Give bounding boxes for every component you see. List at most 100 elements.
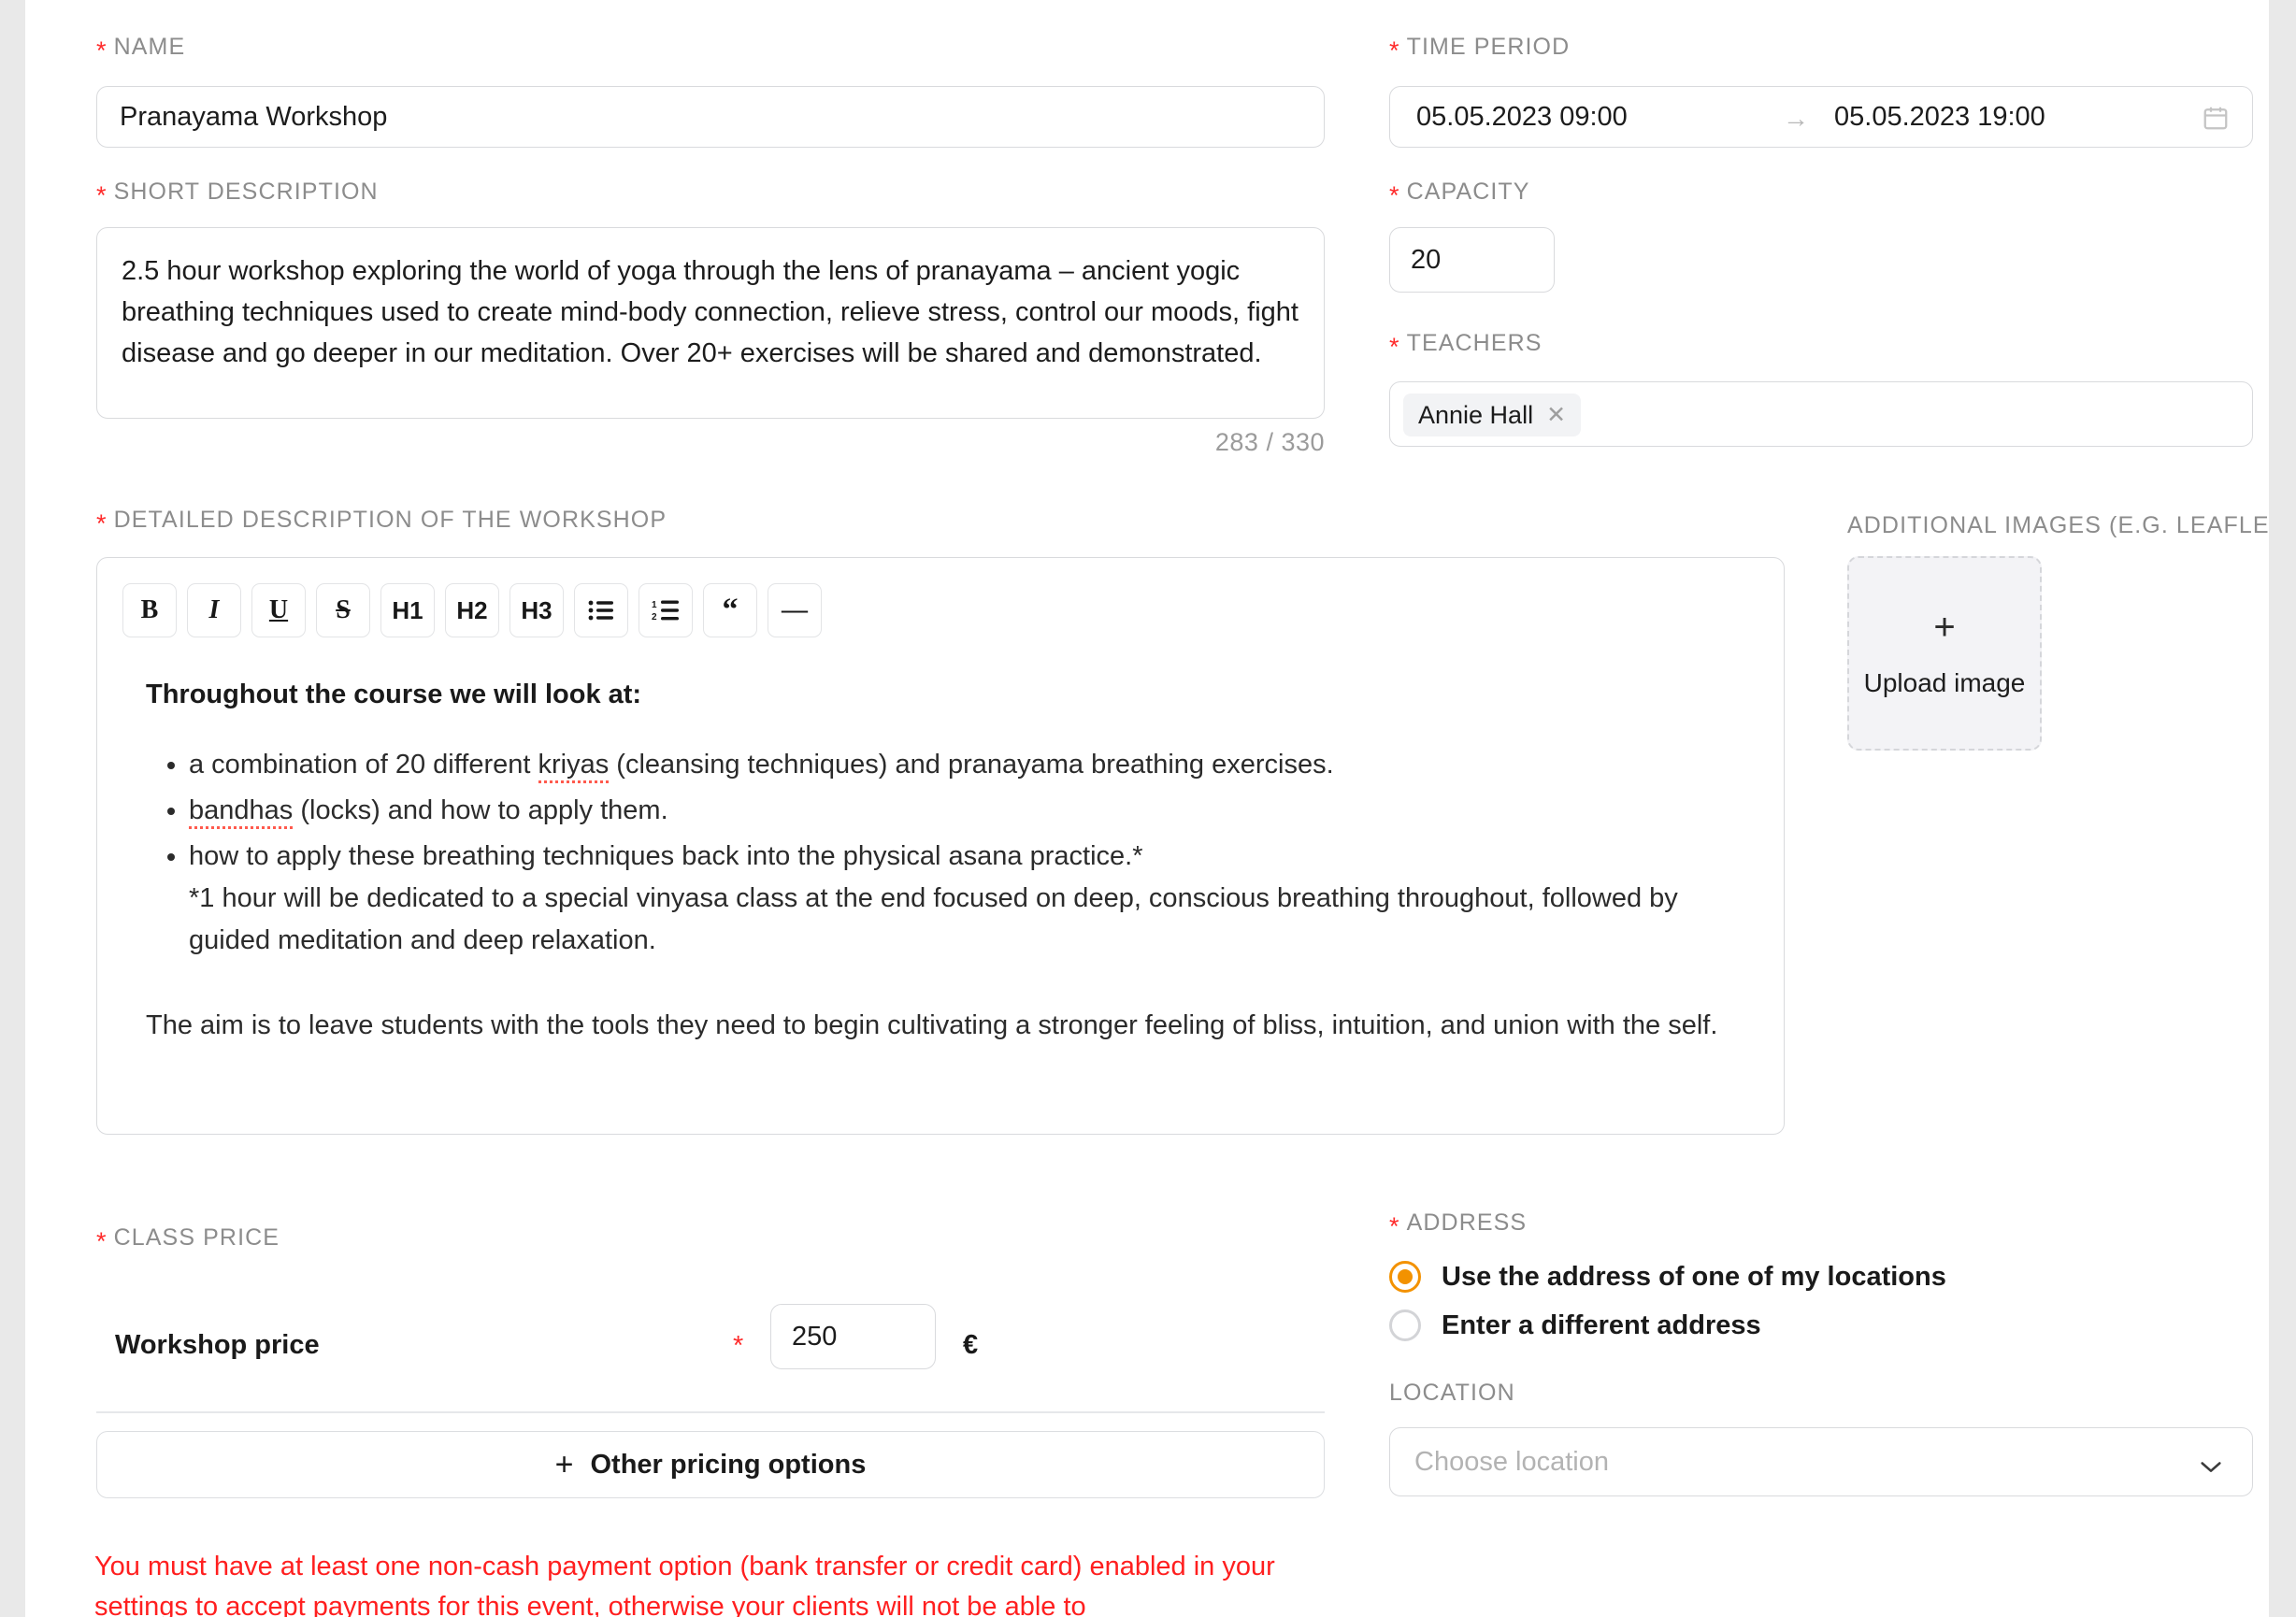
upload-image-button[interactable]: + Upload image xyxy=(1847,556,2042,751)
price-divider xyxy=(96,1411,1325,1413)
required-asterisk: * xyxy=(1389,36,1400,64)
payment-error-message: You must have at least one non-cash paym… xyxy=(94,1552,1275,1617)
address-option-different-address[interactable]: Enter a different address xyxy=(1389,1309,1761,1341)
name-input[interactable] xyxy=(96,86,1325,148)
chevron-down-icon[interactable] xyxy=(2198,1452,2224,1483)
editor-toolbar: B I U S H1 H2 H3 1 2 “ — xyxy=(122,583,822,637)
address-label-text: ADDRESS xyxy=(1406,1209,1528,1236)
editor-content[interactable]: Throughout the course we will look at: a… xyxy=(146,674,1744,1047)
underline-button[interactable]: U xyxy=(251,583,306,637)
event-form-page: *NAME *SHORT DESCRIPTION 283 / 330 *DETA… xyxy=(25,0,2269,1617)
quote-glyph: “ xyxy=(722,592,739,627)
required-asterisk: * xyxy=(96,1227,108,1255)
editor-heading: Throughout the course we will look at: xyxy=(146,680,642,709)
class-price-label: * CLASS PRICE xyxy=(96,1224,280,1255)
horizontal-rule-button[interactable]: — xyxy=(768,583,822,637)
list-item: bandhas (locks) and how to apply them. xyxy=(189,790,1744,832)
list-item-text: how to apply these breathing techniques … xyxy=(189,841,1143,871)
editor-bullet-list: a combination of 20 different kriyas (cl… xyxy=(189,744,1744,962)
list-item: how to apply these breathing techniques … xyxy=(189,836,1744,962)
price-row-label: Workshop price xyxy=(115,1330,320,1360)
italic-button[interactable]: I xyxy=(187,583,241,637)
h3-glyph: H3 xyxy=(521,595,552,624)
strikethrough-glyph: S xyxy=(336,595,351,624)
page-gutter-left xyxy=(0,0,25,1617)
end-datetime-input[interactable]: 05.05.2023 19:00 xyxy=(1834,102,2045,133)
capacity-label: * CAPACITY xyxy=(1389,179,1530,209)
short-description-label-text: SHORT DESCRIPTION xyxy=(113,179,379,205)
detailed-description-label-text: DETAILED DESCRIPTION OF THE WORKSHOP xyxy=(113,507,667,533)
italic-glyph: I xyxy=(208,595,220,624)
strikethrough-button[interactable]: S xyxy=(316,583,370,637)
numbered-list-button[interactable]: 1 2 xyxy=(639,583,693,637)
misspelled-word: kriyas xyxy=(538,750,610,783)
time-period-field[interactable]: 05.05.2023 09:00 → 05.05.2023 19:00 xyxy=(1389,86,2253,148)
teachers-label: * TEACHERS xyxy=(1389,330,1543,360)
heading-1-button[interactable]: H1 xyxy=(380,583,435,637)
list-item-note: *1 hour will be dedicated to a special v… xyxy=(189,883,1678,955)
other-pricing-options-label: Other pricing options xyxy=(590,1449,867,1480)
h2-glyph: H2 xyxy=(456,595,488,624)
short-description-label: * SHORT DESCRIPTION xyxy=(96,179,379,209)
detailed-description-label: * DETAILED DESCRIPTION OF THE WORKSHOP xyxy=(96,507,667,537)
address-label: * ADDRESS xyxy=(1389,1209,1528,1240)
required-asterisk: * xyxy=(96,181,108,209)
radio-button-unselected[interactable] xyxy=(1389,1309,1421,1341)
location-label: LOCATION xyxy=(1389,1380,1515,1406)
teacher-chip-label: Annie Hall xyxy=(1418,400,1534,429)
rich-text-editor[interactable]: B I U S H1 H2 H3 1 2 “ — Throughout the … xyxy=(96,557,1785,1135)
plus-icon: + xyxy=(554,1446,574,1482)
h1-glyph: H1 xyxy=(392,595,423,624)
location-placeholder: Choose location xyxy=(1414,1447,1609,1477)
required-asterisk: * xyxy=(1389,1212,1400,1240)
bullet-list-icon xyxy=(588,599,614,622)
bold-button[interactable]: B xyxy=(122,583,177,637)
address-option-use-my-location[interactable]: Use the address of one of my locations xyxy=(1389,1261,1946,1293)
heading-3-button[interactable]: H3 xyxy=(509,583,564,637)
short-description-textarea[interactable] xyxy=(96,227,1325,419)
capacity-label-text: CAPACITY xyxy=(1406,179,1530,205)
address-option-label: Enter a different address xyxy=(1442,1309,1761,1340)
required-asterisk: * xyxy=(1389,333,1400,361)
hr-glyph: — xyxy=(782,595,808,624)
required-asterisk: * xyxy=(1389,181,1400,209)
name-field-label: * NAME xyxy=(96,34,186,64)
blockquote-button[interactable]: “ xyxy=(703,583,757,637)
location-select[interactable]: Choose location xyxy=(1389,1427,2253,1496)
price-input[interactable] xyxy=(770,1304,936,1369)
underline-glyph: U xyxy=(268,595,289,624)
page-gutter-right xyxy=(2269,0,2296,1617)
currency-symbol: € xyxy=(963,1330,979,1360)
required-asterisk: * xyxy=(96,509,108,537)
capacity-input[interactable] xyxy=(1389,227,1555,293)
editor-closing-paragraph: The aim is to leave students with the to… xyxy=(146,1010,1718,1040)
teachers-label-text: TEACHERS xyxy=(1406,330,1543,356)
teacher-chip[interactable]: Annie Hall ✕ xyxy=(1403,394,1582,436)
teachers-input[interactable]: Annie Hall ✕ xyxy=(1389,381,2253,447)
heading-2-button[interactable]: H2 xyxy=(445,583,499,637)
bullet-list-button[interactable] xyxy=(574,583,628,637)
upload-image-label: Upload image xyxy=(1863,668,2026,697)
calendar-icon[interactable] xyxy=(2202,104,2230,139)
other-pricing-options-button[interactable]: + Other pricing options xyxy=(96,1431,1325,1498)
bold-glyph: B xyxy=(140,595,159,624)
additional-images-label: ADDITIONAL IMAGES (E.G. LEAFLET) xyxy=(1847,512,2269,539)
plus-icon: + xyxy=(1933,607,1956,648)
svg-text:2: 2 xyxy=(652,612,657,622)
character-counter: 283 / 330 xyxy=(1214,428,1325,456)
required-asterisk: * xyxy=(96,36,108,64)
start-datetime-input[interactable]: 05.05.2023 09:00 xyxy=(1416,102,1628,133)
arrow-right-icon: → xyxy=(1783,104,1809,133)
time-period-label-text: TIME PERIOD xyxy=(1406,34,1571,60)
time-period-label: * TIME PERIOD xyxy=(1389,34,1571,64)
additional-images-label-text: ADDITIONAL IMAGES (E.G. LEAFLET) xyxy=(1847,512,2269,538)
list-item: a combination of 20 different kriyas (cl… xyxy=(189,744,1744,786)
svg-text:1: 1 xyxy=(652,600,657,610)
price-required-asterisk: * xyxy=(733,1331,744,1361)
close-icon[interactable]: ✕ xyxy=(1546,401,1566,429)
name-label-text: NAME xyxy=(113,34,186,60)
numbered-list-icon: 1 2 xyxy=(652,599,680,622)
misspelled-word: bandhas xyxy=(189,795,294,829)
radio-button-selected[interactable] xyxy=(1389,1261,1421,1293)
class-price-label-text: CLASS PRICE xyxy=(113,1224,280,1251)
